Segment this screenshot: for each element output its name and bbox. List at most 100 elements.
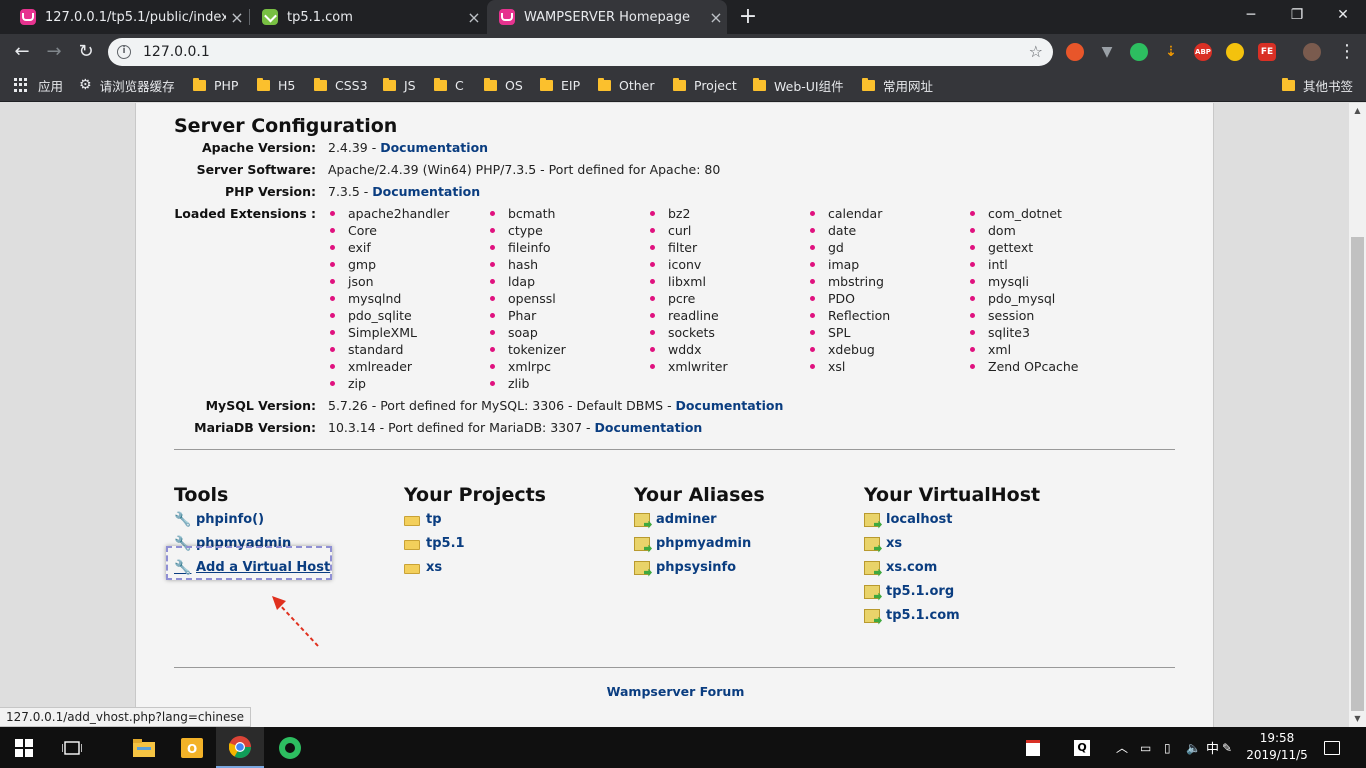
pen-icon[interactable]: ✎: [1222, 727, 1232, 768]
scroll-up-arrow[interactable]: ▲: [1349, 103, 1366, 119]
star-icon[interactable]: ☆: [1029, 38, 1043, 66]
tab-wampserver-homepage[interactable]: WAMPSERVER Homepage ×: [487, 0, 727, 34]
vhost-label: xs: [886, 536, 903, 551]
tool-phpinfo-link[interactable]: 🔧 phpinfo(): [174, 512, 264, 527]
bookmark-folder-common-sites[interactable]: 常用网址: [862, 70, 933, 100]
php-version-label: PHP Version:: [225, 184, 316, 199]
address-bar[interactable]: i 127.0.0.1 ☆: [108, 38, 1053, 66]
extension-item: Reflection: [809, 308, 891, 323]
bookmark-folder-other[interactable]: Other: [598, 70, 655, 100]
bookmark-label: 请浏览器缓存: [99, 78, 175, 94]
page-scrollbar[interactable]: ▲ ▼: [1349, 103, 1366, 727]
extension-icon-4[interactable]: ⇣: [1162, 43, 1180, 61]
bookmark-folder-other-bookmarks[interactable]: 其他书签: [1282, 70, 1353, 100]
extension-item: imap: [809, 257, 860, 272]
folder-icon: [314, 77, 327, 91]
maximize-button[interactable]: ❐: [1274, 0, 1320, 30]
vhost-tp51-org-link[interactable]: tp5.1.org: [864, 584, 954, 599]
reload-button[interactable]: ↻: [72, 38, 100, 66]
extension-item: Zend OPcache: [969, 359, 1079, 374]
folder-icon: [404, 563, 420, 574]
scrollbar-thumb[interactable]: [1351, 237, 1364, 711]
bookmark-folder-eip[interactable]: EIP: [540, 70, 580, 100]
back-button[interactable]: ←: [8, 38, 36, 66]
bookmark-clear-cache[interactable]: ⚙ 请浏览器缓存: [79, 70, 175, 100]
bookmark-folder-css3[interactable]: CSS3: [314, 70, 368, 100]
file-explorer-button[interactable]: [120, 727, 168, 768]
notification-center-icon[interactable]: [1324, 727, 1340, 768]
alias-phpmyadmin-link[interactable]: phpmyadmin: [634, 536, 751, 551]
project-tp-link[interactable]: tp: [404, 512, 442, 527]
battery-icon[interactable]: ▯: [1164, 727, 1171, 768]
evernote-button[interactable]: [266, 727, 314, 768]
bookmark-folder-os[interactable]: OS: [484, 70, 523, 100]
bookmark-apps[interactable]: 应用: [14, 70, 63, 100]
bookmark-folder-php[interactable]: PHP: [193, 70, 238, 100]
bookmark-folder-project[interactable]: Project: [673, 70, 737, 100]
extension-item: iconv: [649, 257, 702, 272]
folder-icon: [484, 77, 497, 91]
start-button[interactable]: [0, 727, 48, 768]
bookmark-label: PHP: [214, 77, 239, 93]
extension-item: xmlreader: [329, 359, 413, 374]
volume-icon[interactable]: 🔈: [1186, 727, 1201, 768]
info-icon[interactable]: i: [117, 45, 131, 59]
project-xs-link[interactable]: xs: [404, 560, 442, 575]
alias-icon: [634, 560, 650, 575]
tray-app-icon[interactable]: [1026, 727, 1040, 768]
chevron-up-icon[interactable]: ︿: [1116, 727, 1128, 768]
mysql-documentation-link[interactable]: Documentation: [676, 398, 784, 413]
extension-item: libxml: [650, 274, 706, 289]
mariadb-documentation-link[interactable]: Documentation: [594, 420, 702, 435]
close-icon[interactable]: ×: [463, 8, 485, 27]
extension-icon-2[interactable]: ▼: [1098, 43, 1116, 61]
tab-tp5-public[interactable]: 127.0.0.1/tp5.1/public/index.php ×: [8, 0, 248, 34]
system-clock[interactable]: 19:58 2019/11/5: [1240, 730, 1314, 764]
extension-item: json: [330, 274, 374, 289]
alias-phpsysinfo-link[interactable]: phpsysinfo: [634, 560, 736, 575]
bookmark-folder-c[interactable]: C: [434, 70, 464, 100]
vhost-tp51-com-link[interactable]: tp5.1.com: [864, 608, 960, 623]
network-icon[interactable]: ▭: [1140, 727, 1151, 768]
extension-item: wddx: [650, 342, 702, 357]
profile-avatar[interactable]: [1303, 43, 1321, 61]
close-window-button[interactable]: ✕: [1320, 0, 1366, 30]
project-tp51-link[interactable]: tp5.1: [404, 536, 465, 551]
forward-button[interactable]: →: [40, 38, 68, 66]
chrome-button[interactable]: [216, 727, 264, 768]
vhost-icon: [864, 584, 880, 599]
tab-tp5-com[interactable]: tp5.1.com ×: [250, 0, 485, 34]
bookmark-folder-web-ui[interactable]: Web-UI组件: [753, 70, 844, 100]
vhost-localhost-link[interactable]: localhost: [864, 512, 952, 527]
vhost-xs-link[interactable]: xs: [864, 536, 902, 551]
new-tab-button[interactable]: +: [737, 4, 759, 30]
close-icon[interactable]: ×: [226, 8, 248, 27]
bookmark-folder-h5[interactable]: H5: [257, 70, 295, 100]
alias-label: phpsysinfo: [656, 560, 737, 575]
alias-adminer-link[interactable]: adminer: [634, 512, 717, 527]
outlook-button[interactable]: O: [168, 727, 216, 768]
more-menu-icon[interactable]: ⋮: [1337, 39, 1357, 65]
close-icon[interactable]: ×: [705, 8, 727, 27]
scroll-down-arrow[interactable]: ▼: [1349, 711, 1366, 727]
bookmark-folder-js[interactable]: JS: [383, 70, 416, 100]
evernote-icon[interactable]: [1130, 43, 1148, 61]
wampserver-forum-link[interactable]: Wampserver Forum: [136, 684, 1215, 699]
ime-indicator[interactable]: 中: [1206, 727, 1219, 768]
vhost-xs-com-link[interactable]: xs.com: [864, 560, 937, 575]
extension-icon-1[interactable]: [1066, 43, 1084, 61]
extension-item: xmlrpc: [490, 359, 551, 374]
tray-q-icon[interactable]: Q: [1074, 727, 1090, 768]
fe-helper-icon[interactable]: FE: [1258, 43, 1276, 61]
tool-label: phpinfo(): [196, 512, 265, 527]
php-documentation-link[interactable]: Documentation: [372, 184, 480, 199]
apache-documentation-link[interactable]: Documentation: [380, 140, 488, 155]
add-virtual-host-link[interactable]: 🔧 Add a Virtual Host: [174, 560, 330, 575]
extension-icon-6[interactable]: [1226, 43, 1244, 61]
adblock-icon[interactable]: ABP: [1194, 43, 1212, 61]
server-software-value: Apache/2.4.39 (Win64) PHP/7.3.5 - Port d…: [328, 162, 721, 177]
extension-item: curl: [649, 223, 692, 238]
task-view-button[interactable]: [48, 727, 96, 768]
address-url[interactable]: 127.0.0.1: [143, 38, 210, 66]
minimize-button[interactable]: ─: [1228, 0, 1274, 30]
